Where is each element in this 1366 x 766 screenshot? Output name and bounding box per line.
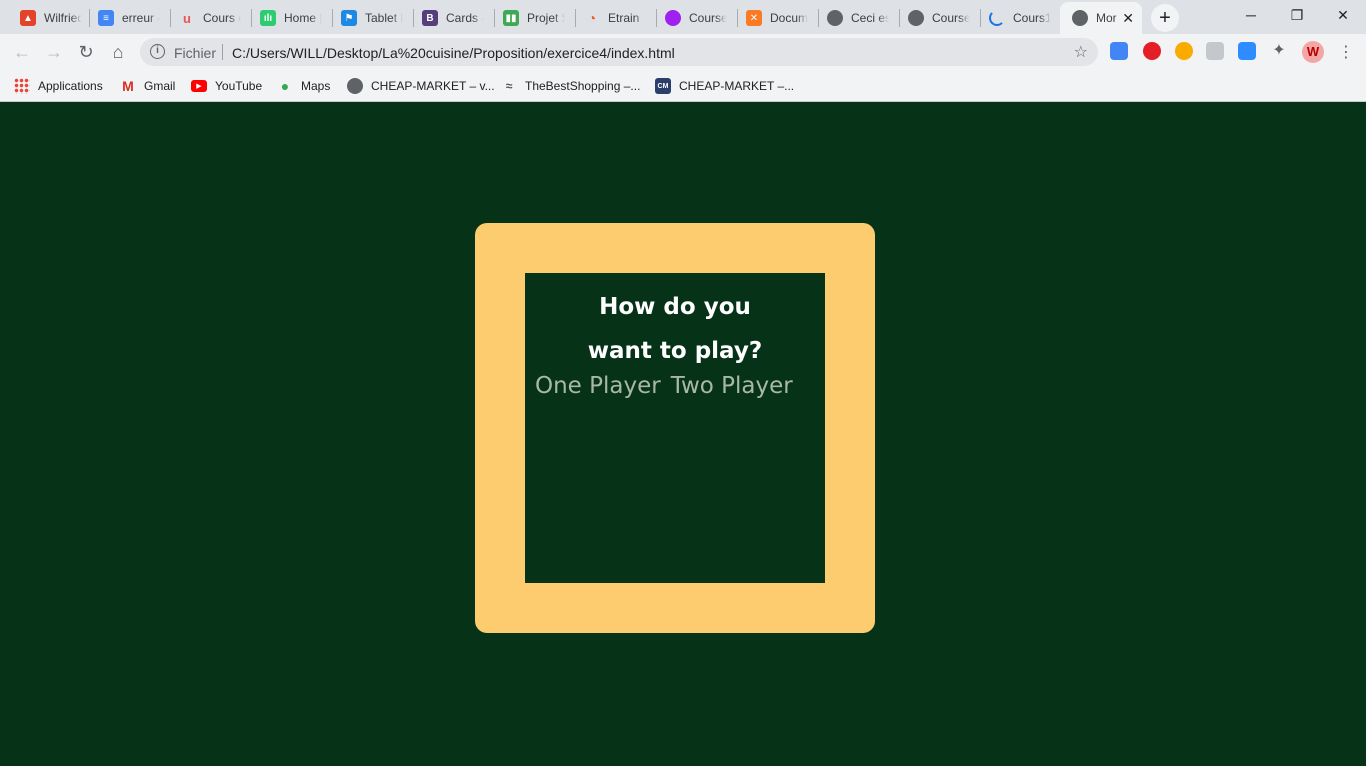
gmail-icon: M bbox=[122, 78, 134, 94]
tab-10[interactable]: Ceci est bbox=[815, 4, 897, 32]
tab-title: Projet S bbox=[527, 11, 565, 25]
tab-12[interactable]: Cours1 bbox=[977, 4, 1059, 32]
tab-0[interactable]: ▲ Wilfried bbox=[8, 4, 90, 32]
bookmark-label: YouTube bbox=[215, 79, 263, 93]
tab-1[interactable]: ≡ erreur - bbox=[86, 4, 168, 32]
bookmark-star-icon[interactable]: ☆ bbox=[1074, 42, 1088, 62]
bookmark-gmail[interactable]: M Gmail bbox=[120, 76, 175, 96]
info-icon[interactable]: i bbox=[150, 44, 165, 59]
globe-icon bbox=[347, 78, 363, 94]
shop-icon: ≈ bbox=[505, 79, 513, 93]
tab-title: Mor bbox=[1096, 11, 1117, 25]
play-mode-question: How do you want to play? bbox=[525, 285, 825, 373]
etrain-icon: ◔ bbox=[587, 10, 597, 26]
tab-title: Wilfried bbox=[44, 11, 82, 25]
tab-5[interactable]: B Cards - bbox=[410, 4, 492, 32]
page-viewport: How do you want to play? One Player Two P… bbox=[0, 103, 1366, 766]
idm-extension-icon[interactable] bbox=[1175, 42, 1193, 60]
close-window-button[interactable]: ✕ bbox=[1320, 0, 1366, 30]
tab-13-active[interactable]: Mor ✕ bbox=[1060, 2, 1142, 34]
bookmark-label: Applications bbox=[38, 79, 103, 93]
youtube-icon: ▶ bbox=[191, 80, 207, 92]
tab-11[interactable]: Courses bbox=[896, 4, 978, 32]
xampp-icon: ✕ bbox=[746, 10, 762, 26]
play-mode-options: One Player Two Player bbox=[535, 373, 803, 399]
tab-title: Courses bbox=[932, 11, 970, 25]
bookmark-label: TheBestShopping –... bbox=[525, 79, 641, 93]
bootstrap-icon: B bbox=[422, 10, 438, 26]
tab-title: Cards - bbox=[446, 11, 484, 25]
reload-button[interactable]: ↻ bbox=[74, 40, 98, 64]
bookmark-label: Gmail bbox=[144, 79, 176, 93]
trello-icon: ▮▮ bbox=[503, 10, 519, 26]
docs-icon: ≡ bbox=[98, 10, 114, 26]
adblock-extension-icon[interactable] bbox=[1143, 42, 1161, 60]
app-icon: ılı bbox=[260, 10, 276, 26]
tab-title: erreur - bbox=[122, 11, 160, 25]
new-tab-button[interactable]: + bbox=[1151, 4, 1179, 32]
flag-icon: ⚑ bbox=[341, 10, 357, 26]
bookmark-cheap-market-2[interactable]: CM CHEAP-MARKET –... bbox=[655, 76, 794, 96]
bookmark-label: Maps bbox=[301, 79, 331, 93]
tab-title: Courses bbox=[689, 11, 727, 25]
bookmark-bestshopping[interactable]: ≈ TheBestShopping –... bbox=[501, 76, 641, 96]
gitlab-icon: ▲ bbox=[20, 10, 36, 26]
tab-6[interactable]: ▮▮ Projet S bbox=[491, 4, 573, 32]
question-line-2: want to play? bbox=[587, 338, 763, 364]
bookmark-applications[interactable]: Applications bbox=[14, 76, 103, 96]
back-button[interactable]: ← bbox=[10, 40, 34, 64]
restore-button[interactable]: ❐ bbox=[1274, 0, 1320, 30]
globe-icon bbox=[827, 10, 843, 26]
tab-title: Docum bbox=[770, 11, 808, 25]
tab-title: Etrain bbox=[608, 11, 640, 25]
translate-extension-icon[interactable] bbox=[1110, 42, 1128, 60]
game-frame: How do you want to play? One Player Two P… bbox=[475, 223, 875, 633]
game-menu-panel: How do you want to play? One Player Two P… bbox=[525, 273, 825, 583]
tab-8[interactable]: Courses bbox=[653, 4, 735, 32]
udemy-icon: u bbox=[183, 10, 191, 26]
two-player-option[interactable]: Two Player bbox=[671, 373, 793, 399]
bookmark-maps[interactable]: ● Maps bbox=[277, 76, 331, 96]
tab-7[interactable]: ◔ Etrain bbox=[572, 4, 654, 32]
question-line-1: How do you bbox=[599, 294, 751, 320]
courses-icon bbox=[665, 10, 681, 26]
forward-button[interactable]: → bbox=[42, 40, 66, 64]
bookmark-youtube[interactable]: ▶ YouTube bbox=[191, 76, 262, 96]
menu-kebab-icon[interactable]: ⋮ bbox=[1334, 40, 1358, 64]
home-button[interactable]: ⌂ bbox=[106, 40, 130, 64]
bookmark-label: CHEAP-MARKET –... bbox=[679, 79, 795, 93]
minimize-button[interactable]: ─ bbox=[1228, 0, 1274, 30]
tab-title: Cours e bbox=[203, 11, 241, 25]
globe-icon bbox=[908, 10, 924, 26]
tab-title: Ceci est bbox=[851, 11, 889, 25]
loading-icon bbox=[989, 10, 1005, 26]
tab-title: Home | bbox=[284, 11, 322, 25]
globe-icon bbox=[1072, 10, 1088, 26]
one-player-option[interactable]: One Player bbox=[535, 373, 661, 399]
zoom-extension-icon[interactable] bbox=[1238, 42, 1256, 60]
market-icon: CM bbox=[655, 78, 671, 94]
bookmarks-bar: Applications M Gmail ▶ YouTube ● Maps CH… bbox=[0, 70, 1366, 102]
tab-9[interactable]: ✕ Docum bbox=[734, 4, 816, 32]
tab-3[interactable]: ılı Home | bbox=[248, 4, 330, 32]
address-bar[interactable]: i Fichier C:/Users/WILL/Desktop/La%20cui… bbox=[140, 38, 1098, 66]
extensions-puzzle-icon[interactable]: ✦ bbox=[1270, 42, 1288, 60]
bookmark-label: CHEAP-MARKET – v... bbox=[371, 79, 495, 93]
apps-grid-icon bbox=[14, 78, 30, 94]
profile-avatar[interactable]: W bbox=[1302, 41, 1324, 63]
toolbar: ← → ↻ ⌂ i Fichier C:/Users/WILL/Desktop/… bbox=[0, 34, 1366, 70]
tab-4[interactable]: ⚑ Tablet la bbox=[329, 4, 411, 32]
address-url[interactable]: C:/Users/WILL/Desktop/La%20cuisine/Propo… bbox=[232, 45, 675, 61]
tab-title: Cours1 bbox=[1013, 11, 1051, 25]
bookmark-cheap-market-1[interactable]: CHEAP-MARKET – v... bbox=[347, 76, 495, 96]
tab-title: Tablet la bbox=[365, 11, 403, 25]
tab-2[interactable]: u Cours e bbox=[167, 4, 249, 32]
maps-icon: ● bbox=[280, 78, 290, 94]
address-scheme: Fichier bbox=[174, 45, 217, 61]
shield-extension-icon[interactable] bbox=[1206, 42, 1224, 60]
address-divider bbox=[222, 44, 223, 60]
tab-strip: ▲ Wilfried ≡ erreur - u Cours e ılı Home… bbox=[0, 0, 1366, 34]
close-tab-icon[interactable]: ✕ bbox=[1122, 10, 1134, 27]
